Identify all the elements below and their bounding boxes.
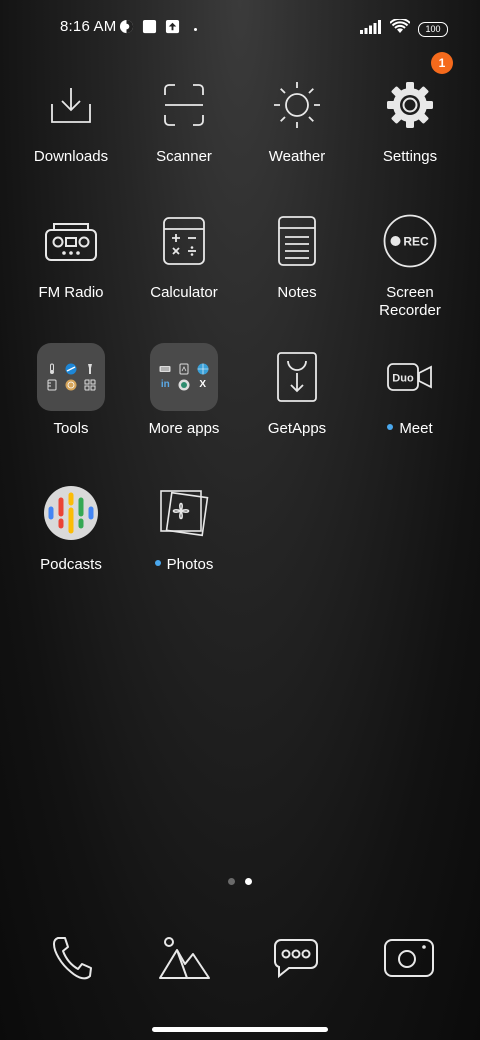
coin-icon — [65, 379, 77, 391]
app-calculator[interactable]: Calculator — [128, 206, 240, 302]
status-bar: 8:16 AM 100 — [0, 0, 480, 56]
thermometer-icon — [50, 363, 55, 374]
app-label: Meet — [354, 420, 466, 438]
data-saver-icon — [119, 19, 134, 39]
gallery-icon — [159, 937, 210, 979]
x-icon: X — [199, 379, 206, 390]
dock — [0, 928, 480, 988]
app-scanner[interactable]: Scanner — [128, 70, 240, 166]
ruler-icon — [47, 379, 57, 391]
compass-icon — [65, 363, 77, 375]
home-gesture-bar[interactable] — [152, 1027, 328, 1032]
rec-text: REC — [403, 235, 429, 249]
getapps-icon — [262, 342, 332, 412]
folder-icon: in X — [149, 342, 219, 412]
app-photos[interactable]: Photos — [128, 478, 240, 574]
folder-grid — [37, 343, 105, 411]
radio-icon — [36, 206, 106, 276]
app-label: Weather — [268, 148, 326, 165]
app-meet[interactable]: Duo Meet — [354, 342, 466, 438]
record-icon: REC — [375, 206, 445, 276]
upload-notification-icon — [165, 19, 180, 39]
phone-icon — [53, 937, 92, 980]
page-dot-1[interactable] — [228, 878, 235, 885]
folder-more-apps[interactable]: in X More apps — [128, 342, 240, 438]
app-screen-recorder[interactable]: REC Screen Recorder — [354, 206, 466, 320]
folder-grid: in X — [150, 343, 218, 411]
app-label: Calculator — [150, 284, 218, 301]
app-weather[interactable]: Weather — [241, 70, 353, 166]
notification-icons — [119, 19, 197, 39]
app-label: Downloads — [33, 148, 109, 165]
folder-tools[interactable]: Tools — [15, 342, 127, 438]
dock-gallery[interactable] — [154, 928, 214, 988]
dock-camera[interactable] — [379, 928, 439, 988]
app-settings[interactable]: 1 Settings — [354, 52, 466, 166]
flashlight-icon — [87, 364, 92, 374]
globe-icon — [197, 363, 209, 375]
camera-icon — [384, 939, 434, 977]
app-label-text: Meet — [399, 420, 433, 437]
duo-video-icon: Duo — [375, 342, 445, 412]
app-label-text: Photos — [166, 556, 214, 573]
app-downloads[interactable]: Downloads — [15, 70, 127, 166]
app-label: Photos — [128, 556, 240, 574]
wifi-icon — [389, 17, 411, 39]
app-notes[interactable]: Notes — [241, 206, 353, 302]
app-label: Settings — [382, 148, 438, 165]
app-label: Screen Recorder — [379, 284, 441, 319]
gear-icon: 1 — [375, 52, 453, 140]
square-notification-icon — [142, 19, 157, 39]
app-label: Scanner — [156, 148, 212, 165]
grid-icon — [84, 379, 96, 391]
notification-badge: 1 — [431, 52, 453, 74]
app-label: More apps — [148, 420, 220, 437]
calculator-icon — [149, 206, 219, 276]
sun-icon — [262, 70, 332, 140]
page-dot-2-active[interactable] — [245, 878, 252, 885]
app-label: Podcasts — [40, 556, 102, 573]
downloads-icon — [36, 70, 106, 140]
battery-indicator: 100 — [418, 21, 448, 37]
dock-phone[interactable] — [41, 928, 101, 988]
signal-icon — [360, 19, 382, 39]
app-label: GetApps — [267, 420, 327, 437]
app-getapps[interactable]: GetApps — [241, 342, 353, 438]
linkedin-icon: in — [160, 379, 170, 390]
page-indicator[interactable] — [0, 878, 480, 885]
app-label: FM Radio — [38, 284, 104, 301]
keyboard-icon — [159, 366, 171, 372]
app-label: Tools — [53, 420, 89, 437]
duo-text: Duo — [392, 373, 414, 385]
more-notifications-dot — [194, 27, 197, 31]
folder-icon — [36, 342, 106, 412]
dock-messages[interactable] — [266, 928, 326, 988]
photos-icon — [149, 478, 219, 548]
notepad-icon — [179, 363, 189, 375]
scanner-icon — [149, 70, 219, 140]
status-time: 8:16 AM — [60, 18, 117, 35]
system-icons: 100 — [360, 17, 448, 39]
app-fm-radio[interactable]: FM Radio — [15, 206, 127, 302]
podcasts-icon — [36, 478, 106, 548]
notes-icon — [262, 206, 332, 276]
app-label: Notes — [277, 284, 317, 301]
chat-icon — [178, 379, 190, 391]
new-app-dot — [387, 424, 394, 431]
messages-icon — [274, 939, 318, 979]
app-podcasts[interactable]: Podcasts — [15, 478, 127, 574]
new-app-dot — [154, 560, 161, 567]
